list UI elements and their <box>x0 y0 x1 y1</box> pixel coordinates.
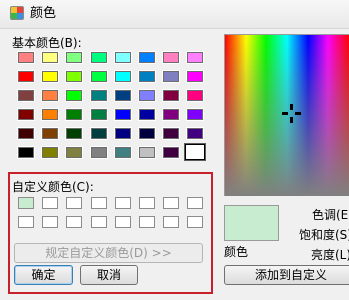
basic-color-swatch[interactable] <box>65 70 83 83</box>
basic-color-swatch[interactable] <box>162 108 180 121</box>
basic-color-swatch[interactable] <box>41 127 59 140</box>
custom-color-swatch[interactable] <box>18 216 34 228</box>
color-preview <box>224 205 279 241</box>
custom-color-swatch[interactable] <box>66 216 82 228</box>
saturation-label: 饱和度(S) <box>299 228 349 242</box>
basic-color-swatch[interactable] <box>162 70 180 83</box>
add-to-custom-colors-button[interactable]: 添加到自定义 <box>224 265 349 285</box>
basic-color-swatch[interactable] <box>65 127 83 140</box>
basic-color-swatch[interactable] <box>41 108 59 121</box>
basic-color-swatch[interactable] <box>186 108 204 121</box>
basic-color-swatch[interactable] <box>65 51 83 64</box>
basic-color-swatch[interactable] <box>65 146 83 159</box>
basic-color-swatch[interactable] <box>41 51 59 64</box>
basic-color-swatch[interactable] <box>17 127 35 140</box>
window-title: 颜色 <box>30 6 57 21</box>
custom-color-swatch[interactable] <box>187 216 203 228</box>
basic-color-swatch[interactable] <box>90 108 108 121</box>
basic-color-swatch[interactable] <box>138 51 156 64</box>
preview-label: 颜色 <box>224 245 249 259</box>
basic-color-swatch[interactable] <box>186 127 204 140</box>
basic-color-swatch[interactable] <box>114 108 132 121</box>
custom-color-swatch[interactable] <box>163 197 179 209</box>
basic-color-swatch[interactable] <box>17 70 35 83</box>
basic-color-swatch[interactable] <box>90 70 108 83</box>
basic-color-swatch[interactable] <box>114 70 132 83</box>
basic-color-swatch[interactable] <box>138 70 156 83</box>
basic-color-swatch[interactable] <box>138 146 156 159</box>
custom-color-swatch[interactable] <box>163 216 179 228</box>
cancel-button[interactable]: 取消 <box>80 265 138 285</box>
basic-color-swatch[interactable] <box>17 89 35 102</box>
basic-color-swatch[interactable] <box>138 89 156 102</box>
basic-color-swatch[interactable] <box>138 127 156 140</box>
basic-color-swatch[interactable] <box>41 146 59 159</box>
basic-color-swatch[interactable] <box>186 89 204 102</box>
color-palette-icon <box>10 6 24 20</box>
custom-color-swatch[interactable] <box>115 216 131 228</box>
color-dialog: 颜色 基本颜色(B): 自定义颜色(C): 规定自定义颜色(D) >> 确定 取… <box>0 0 349 300</box>
basic-color-swatch[interactable] <box>162 51 180 64</box>
basic-color-swatch[interactable] <box>138 108 156 121</box>
basic-color-swatch[interactable] <box>90 127 108 140</box>
custom-color-swatch[interactable] <box>139 197 155 209</box>
define-custom-colors-button[interactable]: 规定自定义颜色(D) >> <box>14 243 203 263</box>
custom-color-swatch[interactable] <box>187 197 203 209</box>
basic-color-swatch[interactable] <box>41 70 59 83</box>
basic-color-swatch[interactable] <box>17 108 35 121</box>
basic-color-swatch[interactable] <box>41 89 59 102</box>
basic-color-swatch[interactable] <box>186 70 204 83</box>
basic-color-swatch[interactable] <box>114 51 132 64</box>
basic-color-swatch[interactable] <box>162 127 180 140</box>
luminance-label: 亮度(L) <box>311 248 349 262</box>
basic-colors-label: 基本颜色(B): <box>12 36 82 50</box>
hue-label: 色调(E) <box>312 208 349 222</box>
basic-color-swatch[interactable] <box>162 146 180 159</box>
basic-color-swatch[interactable] <box>186 51 204 64</box>
basic-color-swatch[interactable] <box>114 146 132 159</box>
custom-color-swatch[interactable] <box>91 197 107 209</box>
custom-color-swatch[interactable] <box>115 197 131 209</box>
custom-color-swatch[interactable] <box>66 197 82 209</box>
basic-color-swatch[interactable] <box>65 108 83 121</box>
custom-colors-label: 自定义颜色(C): <box>12 180 94 194</box>
basic-color-swatch[interactable] <box>114 127 132 140</box>
basic-color-swatch[interactable] <box>17 146 35 159</box>
basic-color-swatch[interactable] <box>90 51 108 64</box>
custom-color-swatch[interactable] <box>42 216 58 228</box>
crosshair-icon <box>282 104 301 123</box>
title-bar: 颜色 <box>0 0 349 29</box>
basic-color-swatch[interactable] <box>90 146 108 159</box>
basic-color-swatch[interactable] <box>17 51 35 64</box>
basic-color-swatch[interactable] <box>65 89 83 102</box>
basic-color-swatch[interactable] <box>184 143 206 161</box>
custom-color-swatch[interactable] <box>139 216 155 228</box>
basic-color-swatch[interactable] <box>162 89 180 102</box>
ok-button[interactable]: 确定 <box>14 265 73 285</box>
basic-color-swatch[interactable] <box>114 89 132 102</box>
custom-color-swatch[interactable] <box>42 197 58 209</box>
basic-color-swatch[interactable] <box>90 89 108 102</box>
custom-color-swatch[interactable] <box>18 197 34 209</box>
custom-color-swatch[interactable] <box>91 216 107 228</box>
